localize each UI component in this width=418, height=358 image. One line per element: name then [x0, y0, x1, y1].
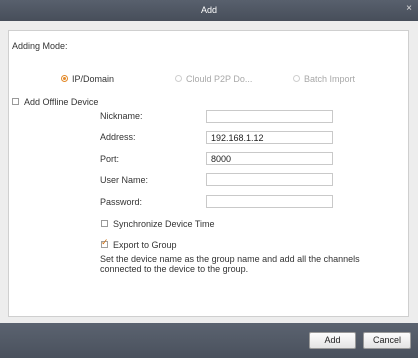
close-icon[interactable]: × — [403, 3, 415, 15]
nickname-input[interactable] — [206, 110, 333, 123]
radio-batch-import-label[interactable]: Batch Import — [304, 74, 355, 84]
export-group-description-line2: connected to the device to the group. — [100, 264, 249, 274]
username-input[interactable] — [206, 173, 333, 186]
radio-batch-import[interactable] — [293, 75, 300, 82]
export-to-group-checkbox[interactable] — [101, 238, 109, 248]
password-input[interactable] — [206, 195, 333, 208]
adding-mode-label: Adding Mode: — [12, 41, 68, 51]
dialog-title: Add — [200, 5, 217, 15]
radio-cloud-p2p[interactable] — [175, 75, 182, 82]
title-bar[interactable]: Add × — [0, 0, 418, 21]
address-label: Address: — [100, 132, 136, 142]
password-label: Password: — [100, 197, 143, 207]
sync-time-checkbox[interactable] — [101, 220, 108, 227]
export-group-description-line1: Set the device name as the group name an… — [100, 254, 360, 264]
footer-bar: Add Cancel — [0, 323, 418, 358]
export-to-group-label[interactable]: Export to Group — [113, 240, 177, 250]
port-label: Port: — [100, 154, 120, 164]
content-panel: Adding Mode: IP/Domain Clould P2P Do... … — [8, 30, 409, 317]
nickname-label: Nickname: — [100, 111, 143, 121]
sync-time-label[interactable]: Synchronize Device Time — [113, 219, 215, 229]
username-label: User Name: — [100, 175, 149, 185]
add-button[interactable]: Add — [309, 332, 356, 349]
radio-ip-domain-label[interactable]: IP/Domain — [72, 74, 114, 84]
radio-ip-domain[interactable] — [61, 75, 68, 82]
add-offline-device-checkbox[interactable] — [12, 98, 19, 105]
port-input[interactable]: 8000 — [206, 152, 333, 165]
add-offline-device-label[interactable]: Add Offline Device — [24, 97, 98, 107]
address-input[interactable]: 192.168.1.12 — [206, 131, 333, 144]
cancel-button[interactable]: Cancel — [363, 332, 411, 349]
radio-cloud-p2p-label[interactable]: Clould P2P Do... — [186, 74, 252, 84]
add-device-dialog: Add × Adding Mode: IP/Domain Clould P2P … — [0, 0, 418, 358]
